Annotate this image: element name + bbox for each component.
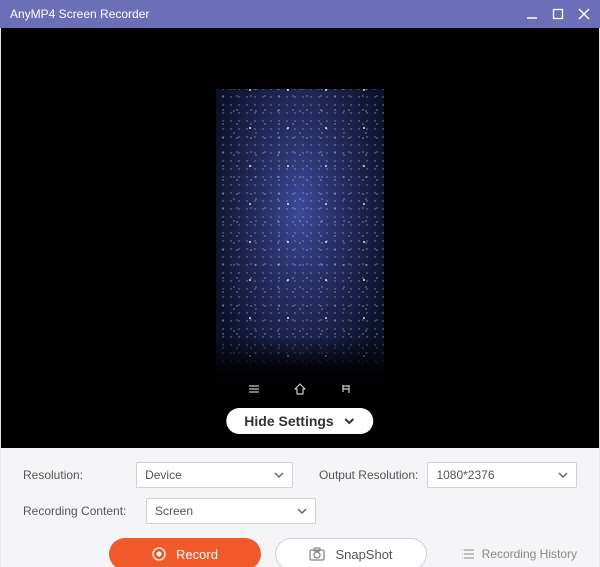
- window-controls: [526, 8, 590, 20]
- recording-content-dropdown[interactable]: Screen: [146, 498, 316, 524]
- resolution-value: Device: [145, 468, 274, 482]
- device-menu-icon[interactable]: [247, 382, 261, 396]
- record-icon: [152, 547, 166, 561]
- recording-history-link[interactable]: Recording History: [462, 547, 577, 561]
- device-home-icon[interactable]: [293, 382, 307, 396]
- settings-row-2: Recording Content: Screen: [23, 498, 577, 524]
- output-resolution-label: Output Resolution:: [319, 468, 420, 482]
- chevron-down-icon: [558, 470, 568, 480]
- history-label: Recording History: [482, 547, 577, 561]
- history-icon: [462, 548, 476, 560]
- device-nav-bar: [247, 382, 353, 396]
- camera-icon: [309, 547, 325, 561]
- snapshot-label: SnapShot: [335, 547, 392, 562]
- hide-settings-label: Hide Settings: [244, 413, 333, 429]
- record-button[interactable]: Record: [109, 538, 261, 567]
- snapshot-button[interactable]: SnapShot: [275, 538, 427, 567]
- settings-row-1: Resolution: Device Output Resolution: 10…: [23, 462, 577, 488]
- close-button[interactable]: [578, 8, 590, 20]
- titlebar: AnyMP4 Screen Recorder: [0, 0, 600, 28]
- hide-settings-button[interactable]: Hide Settings: [226, 408, 373, 434]
- minimize-button[interactable]: [526, 8, 538, 20]
- action-row: Record SnapShot Recording History: [23, 538, 577, 567]
- resolution-label: Resolution:: [23, 468, 128, 482]
- record-label: Record: [176, 547, 218, 562]
- device-back-icon[interactable]: [339, 382, 353, 396]
- preview-area: Hide Settings: [0, 28, 600, 448]
- settings-panel: Resolution: Device Output Resolution: 10…: [0, 448, 600, 567]
- chevron-down-icon: [344, 415, 356, 427]
- chevron-down-icon: [274, 470, 284, 480]
- resolution-dropdown[interactable]: Device: [136, 462, 293, 488]
- chevron-down-icon: [297, 506, 307, 516]
- output-resolution-value: 1080*2376: [436, 468, 558, 482]
- device-preview: [216, 89, 384, 387]
- recording-content-label: Recording Content:: [23, 504, 138, 518]
- recording-content-value: Screen: [155, 504, 297, 518]
- maximize-button[interactable]: [552, 8, 564, 20]
- output-resolution-dropdown[interactable]: 1080*2376: [427, 462, 577, 488]
- app-title: AnyMP4 Screen Recorder: [10, 7, 526, 21]
